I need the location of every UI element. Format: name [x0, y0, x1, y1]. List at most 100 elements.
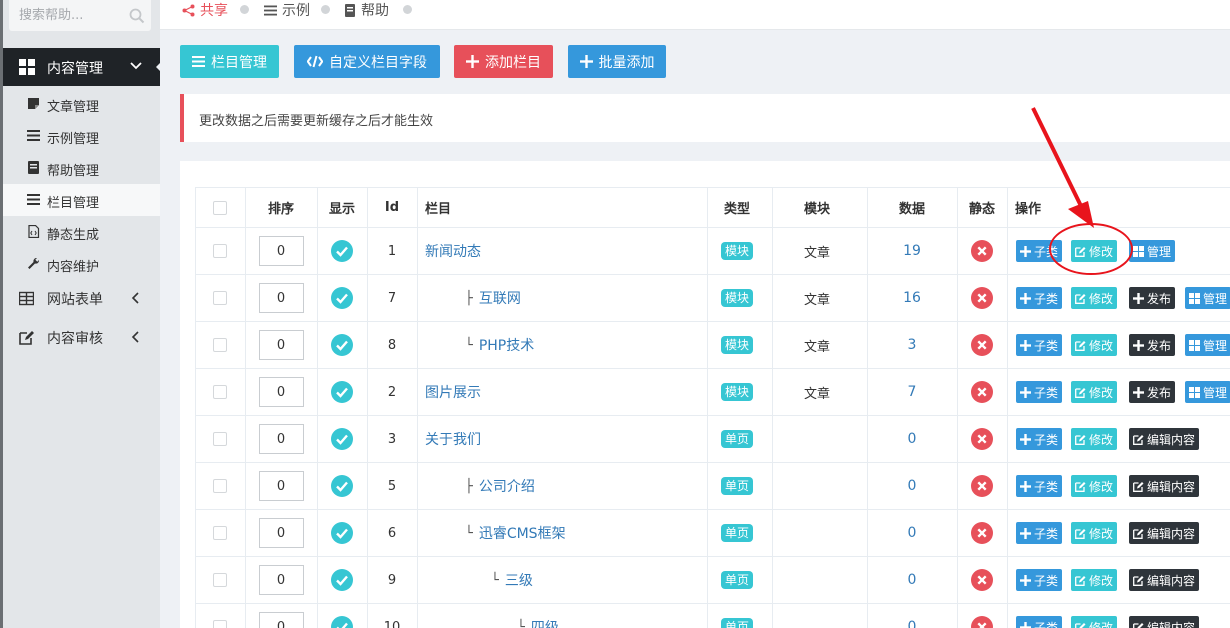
row-checkbox[interactable]	[213, 432, 227, 446]
op-child-button[interactable]: 子类	[1016, 428, 1063, 450]
check-circle-icon[interactable]	[331, 616, 353, 628]
close-circle-icon[interactable]	[971, 616, 993, 628]
sidebar-item-site-forms[interactable]: 网站表单	[3, 280, 160, 316]
crumb-share[interactable]: 共享	[182, 0, 228, 20]
sort-order-input[interactable]	[258, 565, 304, 595]
op-edit-content-button[interactable]: 编辑内容	[1129, 475, 1200, 497]
column-name-link[interactable]: 公司介绍	[479, 476, 535, 496]
sidebar-item-help-manage[interactable]: 帮助管理	[3, 152, 160, 184]
op-edit-button[interactable]: 修改	[1071, 569, 1118, 591]
op-edit-button[interactable]: 修改	[1071, 381, 1118, 403]
op-child-button[interactable]: 子类	[1016, 381, 1063, 403]
column-name-link[interactable]: 图片展示	[425, 382, 481, 402]
column-name-link[interactable]: PHP技术	[479, 335, 534, 355]
sort-order-input[interactable]	[258, 283, 304, 313]
op-child-button[interactable]: 子类	[1016, 616, 1063, 628]
data-count-link[interactable]: 0	[908, 572, 917, 588]
search-icon[interactable]	[129, 8, 145, 24]
add-column-button[interactable]: 添加栏目	[454, 45, 553, 78]
close-circle-icon[interactable]	[971, 240, 993, 262]
data-count-link[interactable]: 0	[908, 525, 917, 541]
sort-order-input[interactable]	[258, 236, 304, 266]
row-checkbox[interactable]	[213, 291, 227, 305]
close-circle-icon[interactable]	[971, 334, 993, 356]
op-manage-button[interactable]: 管理	[1185, 287, 1230, 309]
column-manage-button[interactable]: 栏目管理	[180, 45, 279, 78]
check-circle-icon[interactable]	[331, 334, 353, 356]
op-manage-button[interactable]: 管理	[1185, 381, 1230, 403]
op-child-button[interactable]: 子类	[1016, 240, 1063, 262]
check-circle-icon[interactable]	[331, 475, 353, 497]
sort-order-input[interactable]	[258, 377, 304, 407]
column-name-link[interactable]: 互联网	[479, 288, 521, 308]
check-circle-icon[interactable]	[331, 569, 353, 591]
row-checkbox[interactable]	[213, 526, 227, 540]
sidebar-item-static-generate[interactable]: 静态生成	[3, 216, 160, 248]
custom-field-button[interactable]: 自定义栏目字段	[294, 45, 440, 78]
crumb-example[interactable]: 示例	[264, 0, 310, 20]
op-edit-button[interactable]: 修改	[1071, 240, 1118, 262]
sort-order-input[interactable]	[258, 330, 304, 360]
row-checkbox[interactable]	[213, 338, 227, 352]
data-count-link[interactable]: 0	[908, 619, 917, 628]
op-edit-content-button[interactable]: 编辑内容	[1129, 569, 1200, 591]
op-edit-button[interactable]: 修改	[1071, 475, 1118, 497]
data-count-link[interactable]: 19	[903, 243, 921, 259]
sidebar-item-article-manage[interactable]: 文章管理	[3, 88, 160, 120]
data-count-link[interactable]: 0	[908, 478, 917, 494]
close-circle-icon[interactable]	[971, 287, 993, 309]
op-edit-button[interactable]: 修改	[1071, 334, 1118, 356]
close-circle-icon[interactable]	[971, 428, 993, 450]
column-name-link[interactable]: 四级	[531, 617, 559, 628]
row-checkbox[interactable]	[213, 244, 227, 258]
sort-order-input[interactable]	[258, 424, 304, 454]
column-name-link[interactable]: 新闻动态	[425, 241, 481, 261]
data-count-link[interactable]: 0	[908, 431, 917, 447]
op-edit-button[interactable]: 修改	[1071, 428, 1118, 450]
op-edit-content-button[interactable]: 编辑内容	[1129, 522, 1200, 544]
data-count-link[interactable]: 3	[908, 337, 917, 353]
op-publish-button[interactable]: 发布	[1129, 334, 1176, 356]
batch-add-button[interactable]: 批量添加	[568, 45, 666, 78]
sidebar-item-content-maintain[interactable]: 内容维护	[3, 248, 160, 280]
sort-order-input[interactable]	[258, 612, 304, 628]
op-child-button[interactable]: 子类	[1016, 334, 1063, 356]
sidebar-item-content-manage[interactable]: 内容管理	[3, 48, 164, 86]
sort-order-input[interactable]	[258, 471, 304, 501]
op-publish-button[interactable]: 发布	[1129, 381, 1176, 403]
column-name-link[interactable]: 关于我们	[425, 429, 481, 449]
close-circle-icon[interactable]	[971, 569, 993, 591]
row-checkbox[interactable]	[213, 479, 227, 493]
header-sort[interactable]: 排序	[245, 188, 317, 227]
op-child-button[interactable]: 子类	[1016, 522, 1063, 544]
data-count-link[interactable]: 16	[903, 290, 921, 306]
op-child-button[interactable]: 子类	[1016, 287, 1063, 309]
row-checkbox[interactable]	[213, 573, 227, 587]
header-id[interactable]: Id	[367, 188, 417, 227]
column-name-link[interactable]: 迅睿CMS框架	[479, 523, 566, 543]
sidebar-item-content-audit[interactable]: 内容审核	[3, 319, 160, 355]
op-manage-button[interactable]: 管理	[1129, 240, 1176, 262]
op-edit-button[interactable]: 修改	[1071, 522, 1118, 544]
op-child-button[interactable]: 子类	[1016, 475, 1063, 497]
sidebar-item-example-manage[interactable]: 示例管理	[3, 120, 160, 152]
search-input[interactable]	[19, 5, 119, 25]
column-name-link[interactable]: 三级	[505, 570, 533, 590]
check-circle-icon[interactable]	[331, 240, 353, 262]
op-edit-button[interactable]: 修改	[1071, 287, 1118, 309]
check-circle-icon[interactable]	[331, 522, 353, 544]
data-count-link[interactable]: 7	[908, 384, 917, 400]
op-edit-content-button[interactable]: 编辑内容	[1129, 616, 1200, 628]
op-child-button[interactable]: 子类	[1016, 569, 1063, 591]
row-checkbox[interactable]	[213, 385, 227, 399]
close-circle-icon[interactable]	[971, 381, 993, 403]
check-circle-icon[interactable]	[331, 287, 353, 309]
op-edit-button[interactable]: 修改	[1071, 616, 1118, 628]
sort-order-input[interactable]	[258, 518, 304, 548]
close-circle-icon[interactable]	[971, 522, 993, 544]
select-all-checkbox[interactable]	[213, 200, 227, 215]
check-circle-icon[interactable]	[331, 381, 353, 403]
crumb-help[interactable]: 帮助	[344, 0, 389, 20]
sidebar-item-column-manage[interactable]: 栏目管理	[3, 184, 160, 216]
close-circle-icon[interactable]	[971, 475, 993, 497]
